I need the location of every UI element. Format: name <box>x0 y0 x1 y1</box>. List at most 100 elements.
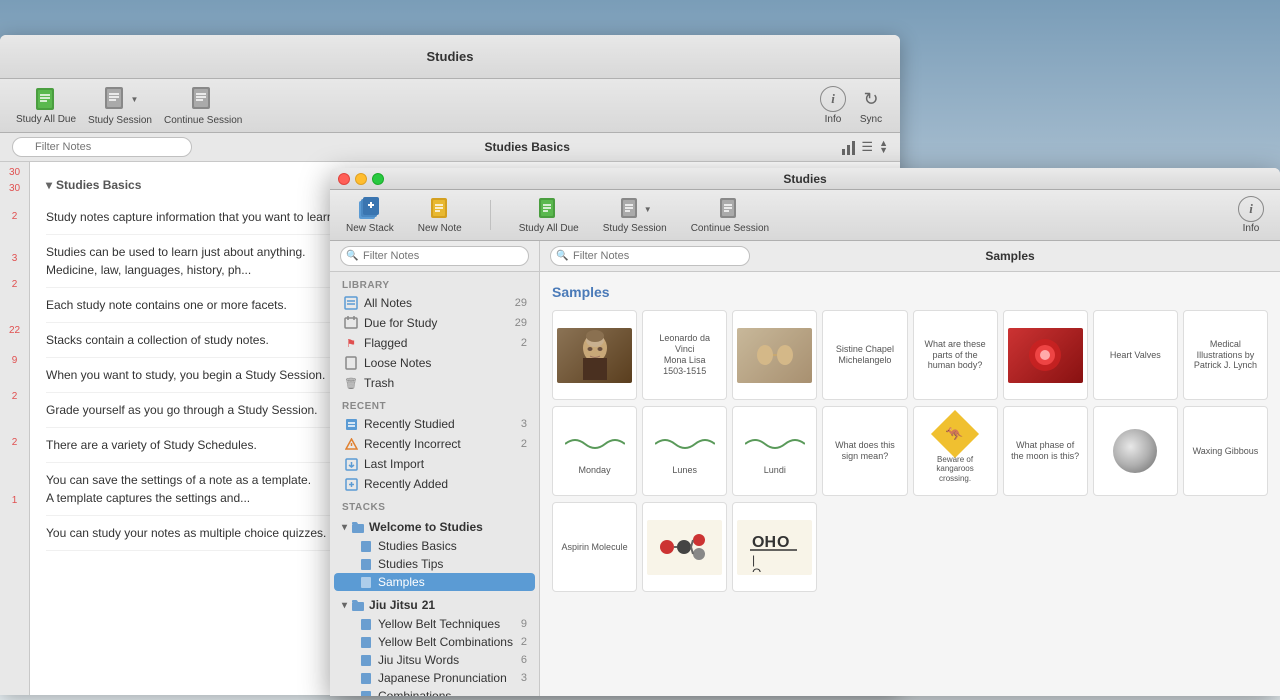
study-all-due-button[interactable]: Study All Due <box>16 86 76 125</box>
front-info-icon: i <box>1238 196 1264 222</box>
new-stack-button[interactable]: New Stack <box>342 194 398 236</box>
card-waxing-gibbous[interactable]: Waxing Gibbous <box>1183 406 1268 496</box>
card-sign-question[interactable]: What does this sign mean? <box>822 406 907 496</box>
card-moon-image[interactable] <box>1093 406 1178 496</box>
sidebar-item-all-notes[interactable]: All Notes 29 <box>330 293 539 313</box>
yellow-belt-combinations-count: 2 <box>521 636 527 648</box>
card-aspirin-molecule[interactable] <box>642 502 727 592</box>
sidebar-item-recently-incorrect[interactable]: Recently Incorrect 2 <box>330 434 539 454</box>
main-cards-area: Samples <box>540 272 1280 696</box>
close-button[interactable] <box>338 173 350 185</box>
trash-label: Trash <box>364 376 394 390</box>
bar-chart-icon[interactable] <box>842 139 855 155</box>
note-text-7: There are a variety of Study Schedules. <box>46 438 257 452</box>
stack-item-samples[interactable]: Samples <box>334 573 535 591</box>
lunes-label: Lunes <box>670 463 699 478</box>
front-study-session-button[interactable]: ▼ Study Session <box>599 194 671 236</box>
yellow-belt-combinations-label: Yellow Belt Combinations <box>378 635 513 649</box>
sidebar-item-trash[interactable]: 🗑 Trash <box>330 373 539 393</box>
sidebar-item-flagged[interactable]: ⚑ Flagged 2 <box>330 333 539 353</box>
stack-item-yellow-belt-techniques[interactable]: Yellow Belt Techniques 9 <box>330 615 539 633</box>
sidebar-item-recently-studied[interactable]: Recently Studied 3 <box>330 414 539 434</box>
jiu-jitsu-words-count: 6 <box>521 654 527 666</box>
aspirin-visual <box>647 520 722 575</box>
sync-button[interactable]: ↻ Sync <box>858 86 884 125</box>
svg-text:OH: OH <box>752 534 776 551</box>
studies-tips-label: Studies Tips <box>378 557 443 571</box>
main-filter-input[interactable] <box>550 246 750 266</box>
margin-num-10: 1 <box>12 494 18 508</box>
continue-session-button[interactable]: Continue Session <box>164 85 242 126</box>
card-monday[interactable]: Monday <box>552 406 637 496</box>
human-body-text: What are these parts of the human body? <box>918 337 993 373</box>
card-mona-lisa-text[interactable]: Leonardo da VinciMona Lisa1503-1515 <box>642 310 727 400</box>
minimize-button[interactable] <box>355 173 367 185</box>
japanese-pronunciation-label: Japanese Pronunciation <box>378 671 507 685</box>
stack-item-jiu-jitsu-words[interactable]: Jiu Jitsu Words 6 <box>330 651 539 669</box>
samples-label: Samples <box>378 575 425 589</box>
sort-icon[interactable]: ▲▼ <box>879 140 888 154</box>
toolbar-group-right: i Info ↻ Sync <box>820 86 884 125</box>
card-moon-question[interactable]: What phase of the moon is this? <box>1003 406 1088 496</box>
combinations-icon <box>360 690 372 697</box>
study-session-button[interactable]: ▼ Study Session <box>88 85 152 126</box>
traffic-lights <box>338 173 384 185</box>
margin-num-2: 30 <box>9 182 20 196</box>
toolbar-front-right: i Info <box>1234 194 1268 236</box>
japanese-pronunciation-count: 3 <box>521 672 527 684</box>
card-medical-illustrations[interactable]: Medical Illustrations by Patrick J. Lync… <box>1183 310 1268 400</box>
filter-input-front[interactable] <box>340 246 529 266</box>
card-human-body-text[interactable]: What are these parts of the human body? <box>913 310 998 400</box>
jiu-jitsu-chevron: ▾ <box>342 600 347 611</box>
list-view-icon[interactable]: ☰ <box>861 139 873 155</box>
front-continue-session-button[interactable]: Continue Session <box>687 194 773 236</box>
card-kangaroo[interactable]: 🦘 Beware ofkangarooscrossing. <box>913 406 998 496</box>
card-heart-valves-image[interactable] <box>1003 310 1088 400</box>
note-text-6: Grade yourself as you go through a Study… <box>46 403 318 417</box>
card-lunes[interactable]: Lunes <box>642 406 727 496</box>
welcome-to-studies-header[interactable]: ▾ Welcome to Studies <box>330 517 539 537</box>
sign-question-text: What does this sign mean? <box>827 438 902 464</box>
info-button[interactable]: i Info <box>820 86 846 125</box>
card-aspirin-label[interactable]: Aspirin Molecule <box>552 502 637 592</box>
welcome-chevron: ▾ <box>342 522 347 533</box>
yellow-belt-combinations-icon <box>360 636 372 649</box>
kangaroo-visual: 🦘 Beware ofkangarooscrossing. <box>918 424 993 479</box>
front-study-session-label: Study Session <box>603 223 667 234</box>
maximize-button[interactable] <box>372 173 384 185</box>
jiu-jitsu-header[interactable]: ▾ Jiu Jitsu 21 <box>330 595 539 615</box>
toolbar-front: New Stack New Note <box>330 190 1280 241</box>
card-sistine-chapel-text[interactable]: Sistine ChapelMichelangelo <box>822 310 907 400</box>
sidebar-item-last-import[interactable]: Last Import <box>330 454 539 474</box>
sidebar-item-loose-notes[interactable]: Loose Notes <box>330 353 539 373</box>
stack-item-studies-tips[interactable]: Studies Tips <box>330 555 539 573</box>
card-oh-formula[interactable]: OH | O O <box>732 502 817 592</box>
sidebar-item-due-for-study[interactable]: Due for Study 29 <box>330 313 539 333</box>
front-info-button[interactable]: i Info <box>1234 194 1268 236</box>
stack-item-combinations[interactable]: Combinations <box>330 687 539 696</box>
last-import-label: Last Import <box>364 457 424 471</box>
studies-basics-icon <box>360 540 372 553</box>
front-study-all-due-button[interactable]: Study All Due <box>515 194 583 236</box>
sidebar-filter-area: 🔍 <box>330 241 539 272</box>
toolbar-group-left: Study All Due ▼ Study Session <box>16 85 242 126</box>
new-note-icon <box>427 196 453 222</box>
front-study-all-due-icon <box>536 196 562 222</box>
card-creation-image[interactable] <box>732 310 817 400</box>
stack-item-studies-basics[interactable]: Studies Basics <box>330 537 539 555</box>
stack-item-yellow-belt-combinations[interactable]: Yellow Belt Combinations 2 <box>330 633 539 651</box>
margin-num-4: 3 <box>12 252 18 266</box>
card-lundi[interactable]: Lundi <box>732 406 817 496</box>
card-mona-lisa-image[interactable] <box>552 310 637 400</box>
sidebar-item-recently-added[interactable]: Recently Added <box>330 474 539 494</box>
section-name: Studies Basics <box>56 178 141 192</box>
new-note-button[interactable]: New Note <box>414 194 466 236</box>
stack-item-japanese-pronunciation[interactable]: Japanese Pronunciation 3 <box>330 669 539 687</box>
recently-studied-count: 3 <box>521 418 527 430</box>
card-heart-valves-text[interactable]: Heart Valves <box>1093 310 1178 400</box>
margin-num-9: 2 <box>12 436 18 450</box>
sistine-chapel-text: Sistine ChapelMichelangelo <box>834 342 896 368</box>
filter-input-back[interactable] <box>12 137 192 157</box>
section-chevron: ▾ <box>46 178 52 192</box>
toolbar-front-left: New Stack New Note <box>342 194 773 236</box>
